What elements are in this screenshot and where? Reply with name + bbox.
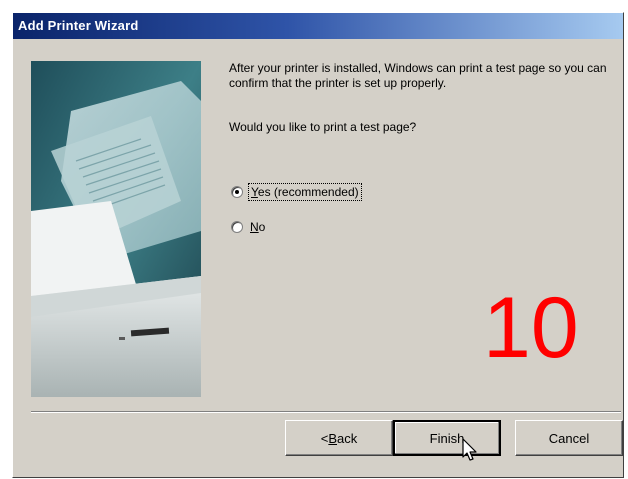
- cancel-button[interactable]: Cancel: [515, 420, 623, 456]
- back-button-rest: ack: [337, 430, 358, 446]
- install-description: After your printer is installed, Windows…: [229, 61, 607, 90]
- radio-yes-button[interactable]: [231, 186, 243, 198]
- back-button[interactable]: < Back: [285, 420, 393, 456]
- printer-illustration: [31, 61, 201, 397]
- wizard-window: Add Printer Wizard After your printer is…: [12, 12, 624, 478]
- radio-yes-label-rest: es (recommended): [257, 185, 359, 199]
- cancel-button-label: Cancel: [548, 430, 590, 446]
- finish-button[interactable]: Finish: [393, 420, 501, 456]
- step-number-overlay: 10: [483, 280, 579, 376]
- mouse-pointer-icon: [462, 438, 477, 461]
- button-separator: [31, 411, 621, 413]
- test-page-question: Would you like to print a test page?: [229, 120, 417, 134]
- finish-button-label: Finish: [429, 430, 465, 446]
- radio-no-label[interactable]: No: [250, 220, 265, 234]
- title-bar[interactable]: Add Printer Wizard: [13, 13, 623, 39]
- radio-yes-mnemonic: Y: [251, 185, 258, 199]
- radio-yes-option[interactable]: Yes (recommended): [231, 183, 362, 201]
- radio-no-option[interactable]: No: [231, 220, 265, 234]
- window-title: Add Printer Wizard: [18, 18, 139, 33]
- back-button-prefix: <: [320, 430, 329, 446]
- radio-no-mnemonic: N: [250, 220, 259, 234]
- radio-yes-label[interactable]: Yes (recommended): [248, 183, 362, 201]
- radio-no-button[interactable]: [231, 221, 243, 233]
- radio-no-label-rest: o: [258, 220, 266, 234]
- back-button-mnemonic: B: [328, 430, 338, 446]
